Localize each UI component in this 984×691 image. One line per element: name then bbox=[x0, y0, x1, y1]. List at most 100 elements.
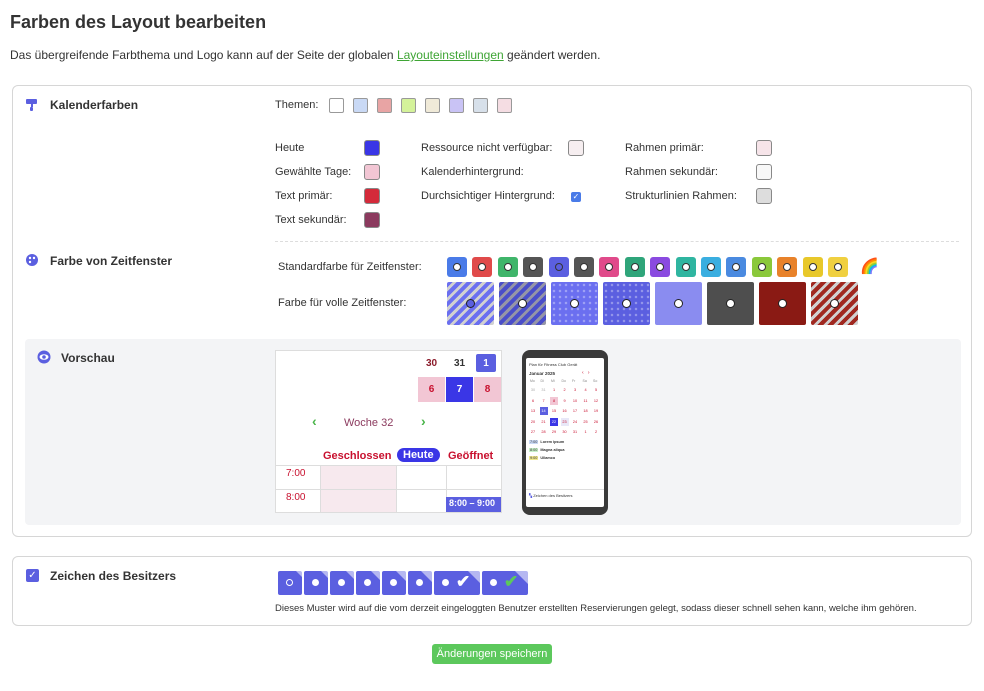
slot-color-swatch[interactable] bbox=[675, 257, 696, 277]
phone-day[interactable]: 18 bbox=[582, 407, 590, 415]
phone-day[interactable]: 13 bbox=[529, 407, 537, 415]
theme-swatch[interactable] bbox=[377, 98, 392, 113]
theme-swatch[interactable] bbox=[401, 98, 416, 113]
phone-day[interactable]: 16 bbox=[561, 407, 569, 415]
phone-month-nav[interactable]: ‹ › bbox=[582, 370, 590, 376]
phone-day[interactable]: 4 bbox=[582, 386, 590, 394]
phone-day[interactable]: 9 bbox=[561, 397, 569, 405]
phone-day[interactable]: 31 bbox=[571, 428, 579, 436]
phone-day[interactable]: 31 bbox=[540, 386, 548, 394]
owner-sign-pattern[interactable]: ✔ bbox=[482, 571, 528, 595]
phone-day[interactable]: 7 bbox=[540, 397, 548, 405]
color-swatch[interactable] bbox=[756, 188, 772, 204]
phone-day[interactable]: 26 bbox=[592, 418, 600, 426]
phone-day[interactable]: 27 bbox=[529, 428, 537, 436]
owner-sign-pattern[interactable] bbox=[304, 571, 328, 595]
slot-color-swatch[interactable] bbox=[726, 257, 747, 277]
color-swatch[interactable] bbox=[364, 164, 380, 180]
calendar-day[interactable]: 6 bbox=[418, 377, 445, 402]
slot-color-swatch[interactable] bbox=[472, 257, 493, 277]
full-slot-color-swatch[interactable] bbox=[759, 282, 806, 325]
phone-day[interactable]: 21 bbox=[540, 418, 548, 426]
owner-sign-pattern[interactable] bbox=[330, 571, 354, 595]
owner-sign-pattern[interactable] bbox=[408, 571, 432, 595]
color-swatch[interactable] bbox=[364, 212, 380, 228]
booked-slot[interactable]: 8:00 – 9:00 bbox=[446, 497, 501, 512]
phone-day[interactable]: 5 bbox=[592, 386, 600, 394]
full-slot-color-swatch[interactable] bbox=[811, 282, 858, 325]
theme-swatch[interactable] bbox=[497, 98, 512, 113]
phone-day[interactable]: 3 bbox=[571, 386, 579, 394]
calendar-day[interactable]: 31 bbox=[446, 351, 473, 376]
full-slot-color-swatch[interactable] bbox=[499, 282, 546, 325]
next-week-icon[interactable]: › bbox=[421, 413, 426, 429]
phone-day[interactable]: 2 bbox=[592, 428, 600, 436]
slot-color-swatch[interactable] bbox=[802, 257, 823, 277]
owner-sign-pattern[interactable] bbox=[382, 571, 406, 595]
theme-swatch[interactable] bbox=[353, 98, 368, 113]
full-slot-color-swatch[interactable] bbox=[551, 282, 598, 325]
theme-swatch[interactable] bbox=[473, 98, 488, 113]
calendar-day[interactable]: 1 bbox=[476, 354, 496, 372]
color-swatch[interactable] bbox=[364, 140, 380, 156]
slot-color-swatch[interactable] bbox=[777, 257, 798, 277]
phone-day[interactable]: 30 bbox=[529, 386, 537, 394]
layout-settings-link[interactable]: Layouteinstellungen bbox=[397, 48, 504, 62]
phone-day[interactable]: 29 bbox=[550, 428, 558, 436]
phone-day[interactable]: 1 bbox=[582, 428, 590, 436]
full-slot-color-swatch[interactable] bbox=[603, 282, 650, 325]
phone-day[interactable]: 24 bbox=[571, 418, 579, 426]
phone-day[interactable]: 11 bbox=[582, 397, 590, 405]
phone-day[interactable]: 14 bbox=[539, 407, 548, 415]
phone-day[interactable]: 20 bbox=[529, 418, 537, 426]
checkbox-checked-icon[interactable]: ✓ bbox=[26, 569, 39, 582]
phone-day[interactable]: 10 bbox=[571, 397, 579, 405]
owner-sign-pattern[interactable] bbox=[356, 571, 380, 595]
phone-day[interactable]: 22 bbox=[550, 417, 558, 426]
slot-color-swatch[interactable] bbox=[701, 257, 721, 277]
slot-color-swatch[interactable] bbox=[828, 257, 848, 277]
checkbox-checked-icon[interactable]: ✓ bbox=[571, 192, 581, 202]
phone-day[interactable]: 2 bbox=[561, 386, 569, 394]
slot-color-swatch[interactable] bbox=[751, 257, 772, 277]
phone-day[interactable]: 15 bbox=[550, 407, 558, 415]
slot-color-swatch[interactable] bbox=[548, 257, 569, 277]
phone-day[interactable]: 1 bbox=[550, 386, 558, 394]
slot-color-swatch[interactable] bbox=[650, 257, 671, 277]
slot-color-swatch[interactable] bbox=[574, 257, 594, 277]
full-slot-color-swatch[interactable] bbox=[447, 282, 494, 325]
slot-color-swatch[interactable] bbox=[447, 257, 467, 277]
theme-swatch[interactable] bbox=[329, 98, 344, 113]
today-pill[interactable]: Heute bbox=[397, 448, 440, 462]
color-swatch[interactable] bbox=[364, 188, 380, 204]
phone-day[interactable]: 17 bbox=[571, 407, 579, 415]
phone-day[interactable]: 28 bbox=[540, 428, 548, 436]
calendar-day[interactable]: 30 bbox=[418, 351, 445, 376]
radio-dot bbox=[834, 263, 842, 271]
rainbow-icon[interactable]: 🌈 bbox=[860, 257, 879, 275]
phone-day[interactable]: 12 bbox=[592, 397, 600, 405]
owner-sign-pattern[interactable] bbox=[278, 571, 302, 595]
color-swatch[interactable] bbox=[568, 140, 584, 156]
slot-color-swatch[interactable] bbox=[599, 257, 620, 277]
phone-day[interactable]: 23 bbox=[560, 417, 569, 426]
full-slot-color-swatch[interactable] bbox=[707, 282, 754, 325]
calendar-day[interactable]: 8 bbox=[474, 377, 501, 402]
phone-day[interactable]: 8 bbox=[550, 396, 558, 405]
slot-color-swatch[interactable] bbox=[523, 257, 544, 277]
theme-swatch[interactable] bbox=[449, 98, 464, 113]
owner-sign-pattern[interactable]: ✔ bbox=[434, 571, 480, 595]
prev-week-icon[interactable]: ‹ bbox=[312, 413, 317, 429]
color-swatch[interactable] bbox=[756, 164, 772, 180]
full-slot-color-swatch[interactable] bbox=[655, 282, 702, 325]
color-swatch[interactable] bbox=[756, 140, 772, 156]
save-button[interactable]: Änderungen speichern bbox=[432, 644, 552, 664]
phone-day[interactable]: 19 bbox=[592, 407, 600, 415]
theme-swatch[interactable] bbox=[425, 98, 440, 113]
slot-color-swatch[interactable] bbox=[497, 257, 518, 277]
phone-day[interactable]: 30 bbox=[561, 428, 569, 436]
phone-day[interactable]: 6 bbox=[529, 397, 537, 405]
phone-day[interactable]: 25 bbox=[582, 418, 590, 426]
calendar-day-today[interactable]: 7 bbox=[446, 377, 473, 402]
slot-color-swatch[interactable] bbox=[624, 257, 645, 277]
